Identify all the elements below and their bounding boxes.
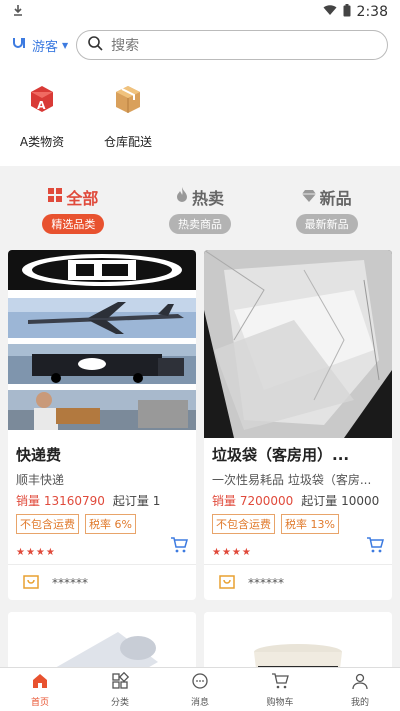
- nav-label: 购物车: [266, 697, 294, 708]
- product-grid: 快递费 顺丰快递 销量 13160790 起订量 1 不包含运费 税率 6% ★…: [0, 242, 400, 600]
- status-time: 2:38: [356, 4, 388, 20]
- category-icon: [111, 671, 130, 693]
- user-icon: [351, 672, 369, 693]
- sales-count: 销量 7200000: [212, 494, 294, 508]
- shortcut-warehouse-delivery[interactable]: 仓库配送: [98, 82, 158, 166]
- message-icon: [191, 672, 209, 693]
- product-image-express: [8, 250, 196, 438]
- search-placeholder: 搜索: [111, 38, 140, 54]
- header: 游客 ▼ 搜索: [0, 24, 400, 66]
- seller-row[interactable]: ******: [204, 564, 392, 600]
- seller-name: ******: [248, 575, 284, 590]
- nav-profile[interactable]: 我的: [330, 672, 390, 708]
- rating-stars: ★★★★: [16, 547, 56, 558]
- add-to-cart-icon[interactable]: [170, 536, 188, 558]
- tab-title: 热卖: [191, 188, 224, 208]
- add-to-cart-icon[interactable]: [366, 536, 384, 558]
- home-icon: [31, 672, 49, 693]
- status-bar: 2:38: [0, 0, 400, 24]
- seller-name: ******: [52, 575, 88, 590]
- rating-stars: ★★★★: [212, 547, 252, 558]
- shortcut-a-materials[interactable]: A A类物资: [12, 82, 72, 166]
- bottom-nav: 首页 分类 消息 购物车 我的: [0, 667, 400, 711]
- min-order: 起订量 10000: [301, 494, 380, 508]
- user-switch-icon: [12, 36, 28, 54]
- tab-title: 新品: [319, 188, 352, 208]
- nav-home[interactable]: 首页: [10, 672, 70, 708]
- tab-title: 全部: [66, 188, 99, 208]
- category-tabs: 全部 精选品类 热卖 热卖商品 新品 最新新品: [0, 176, 400, 242]
- chevron-down-icon: ▼: [62, 40, 69, 50]
- shortcut-row: A A类物资 仓库配送: [0, 66, 400, 166]
- product-card[interactable]: 快递费 顺丰快递 销量 13160790 起订量 1 不包含运费 税率 6% ★…: [8, 250, 196, 600]
- nav-label: 消息: [190, 697, 209, 708]
- nav-label: 我的: [350, 697, 369, 708]
- a-box-icon: A: [25, 82, 59, 119]
- grid-icon: [48, 187, 63, 206]
- search-input[interactable]: 搜索: [76, 30, 388, 60]
- shipping-tag: 不包含运费: [212, 514, 275, 534]
- product-desc: 一次性易耗品 垃圾袋（客房...: [212, 473, 372, 487]
- product-desc: 顺丰快递: [16, 473, 65, 487]
- diamond-icon: [301, 187, 316, 206]
- guest-switch[interactable]: 游客 ▼: [12, 36, 68, 55]
- sales-count: 销量 13160790: [16, 494, 105, 508]
- shipping-tag: 不包含运费: [16, 514, 79, 534]
- product-card[interactable]: 垃圾袋（客房用）... 一次性易耗品 垃圾袋（客房... 销量 7200000 …: [204, 250, 392, 600]
- shop-icon: [22, 572, 40, 593]
- flame-icon: [176, 187, 188, 206]
- nav-category[interactable]: 分类: [90, 671, 150, 708]
- guest-label: 游客: [32, 39, 59, 55]
- svg-text:A: A: [37, 99, 46, 112]
- product-title: 快递费: [16, 446, 62, 464]
- product-title: 垃圾袋（客房用）...: [212, 446, 350, 464]
- seller-row[interactable]: ******: [8, 564, 196, 600]
- tab-subtitle: 精选品类: [42, 213, 105, 234]
- cart-icon: [271, 672, 289, 693]
- download-icon: [12, 4, 24, 20]
- nav-label: 分类: [110, 697, 129, 708]
- nav-cart[interactable]: 购物车: [250, 672, 310, 708]
- shortcut-label: 仓库配送: [103, 135, 152, 149]
- tab-hot[interactable]: 热卖 热卖商品: [140, 185, 260, 234]
- battery-icon: [343, 3, 351, 21]
- shop-icon: [218, 572, 236, 593]
- tax-tag: 税率 6%: [85, 514, 136, 534]
- tab-new[interactable]: 新品 最新新品: [267, 185, 387, 234]
- nav-label: 首页: [30, 697, 49, 708]
- nav-messages[interactable]: 消息: [170, 672, 230, 708]
- tax-tag: 税率 13%: [281, 514, 339, 534]
- search-icon: [87, 35, 103, 55]
- shortcut-label: A类物资: [19, 135, 65, 149]
- product-image-garbage-bag: [204, 250, 392, 438]
- tab-subtitle: 最新新品: [295, 213, 358, 234]
- tab-subtitle: 热卖商品: [168, 213, 231, 234]
- package-icon: [111, 82, 145, 119]
- min-order: 起订量 1: [112, 494, 161, 508]
- tab-all[interactable]: 全部 精选品类: [13, 185, 133, 234]
- wifi-icon: [323, 4, 337, 20]
